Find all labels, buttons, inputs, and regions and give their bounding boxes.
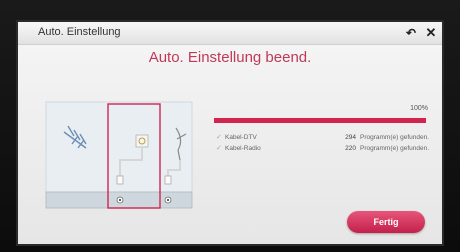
result-name: Kabel-Radio <box>225 145 261 152</box>
page-title: Auto. Einstellung beend. <box>148 49 312 66</box>
progress-bar-fill <box>214 118 426 123</box>
result-count: 294 <box>345 134 356 141</box>
result-count: 220 <box>345 145 356 152</box>
dialog-window: Auto. Einstellung ↶ ✕ Auto. Einstellung … <box>18 22 442 244</box>
result-name: Kabel-DTV <box>225 134 257 141</box>
result-unit: Programm(e) gefunden. <box>360 145 430 152</box>
title-bar: Auto. Einstellung ↶ ✕ <box>18 22 442 45</box>
cable-plug <box>116 175 124 185</box>
main-content: Auto. Einstellung beend. 100% ✓ Kabel-DT… <box>18 45 442 244</box>
result-row-dtv: ✓ Kabel-DTV 294 Programm(e) gefunden. <box>214 133 430 143</box>
window-title: Auto. Einstellung <box>38 26 121 38</box>
wall-socket-icon <box>135 134 149 148</box>
check-icon: ✓ <box>216 145 222 152</box>
result-unit: Programm(e) gefunden. <box>360 134 430 141</box>
close-icon[interactable]: ✕ <box>424 26 438 40</box>
tv-frame: Auto. Einstellung ↶ ✕ Auto. Einstellung … <box>0 0 460 252</box>
connection-illustration <box>45 101 193 209</box>
result-row-radio: ✓ Kabel-Radio 220 Programm(e) gefunden. <box>214 144 430 154</box>
satellite-plug <box>164 175 172 185</box>
progress-percent: 100% <box>410 105 428 112</box>
progress-bar <box>214 118 426 123</box>
check-icon: ✓ <box>216 134 222 141</box>
back-arrow-icon[interactable]: ↶ <box>404 26 418 40</box>
done-button[interactable]: Fertig <box>347 211 425 233</box>
